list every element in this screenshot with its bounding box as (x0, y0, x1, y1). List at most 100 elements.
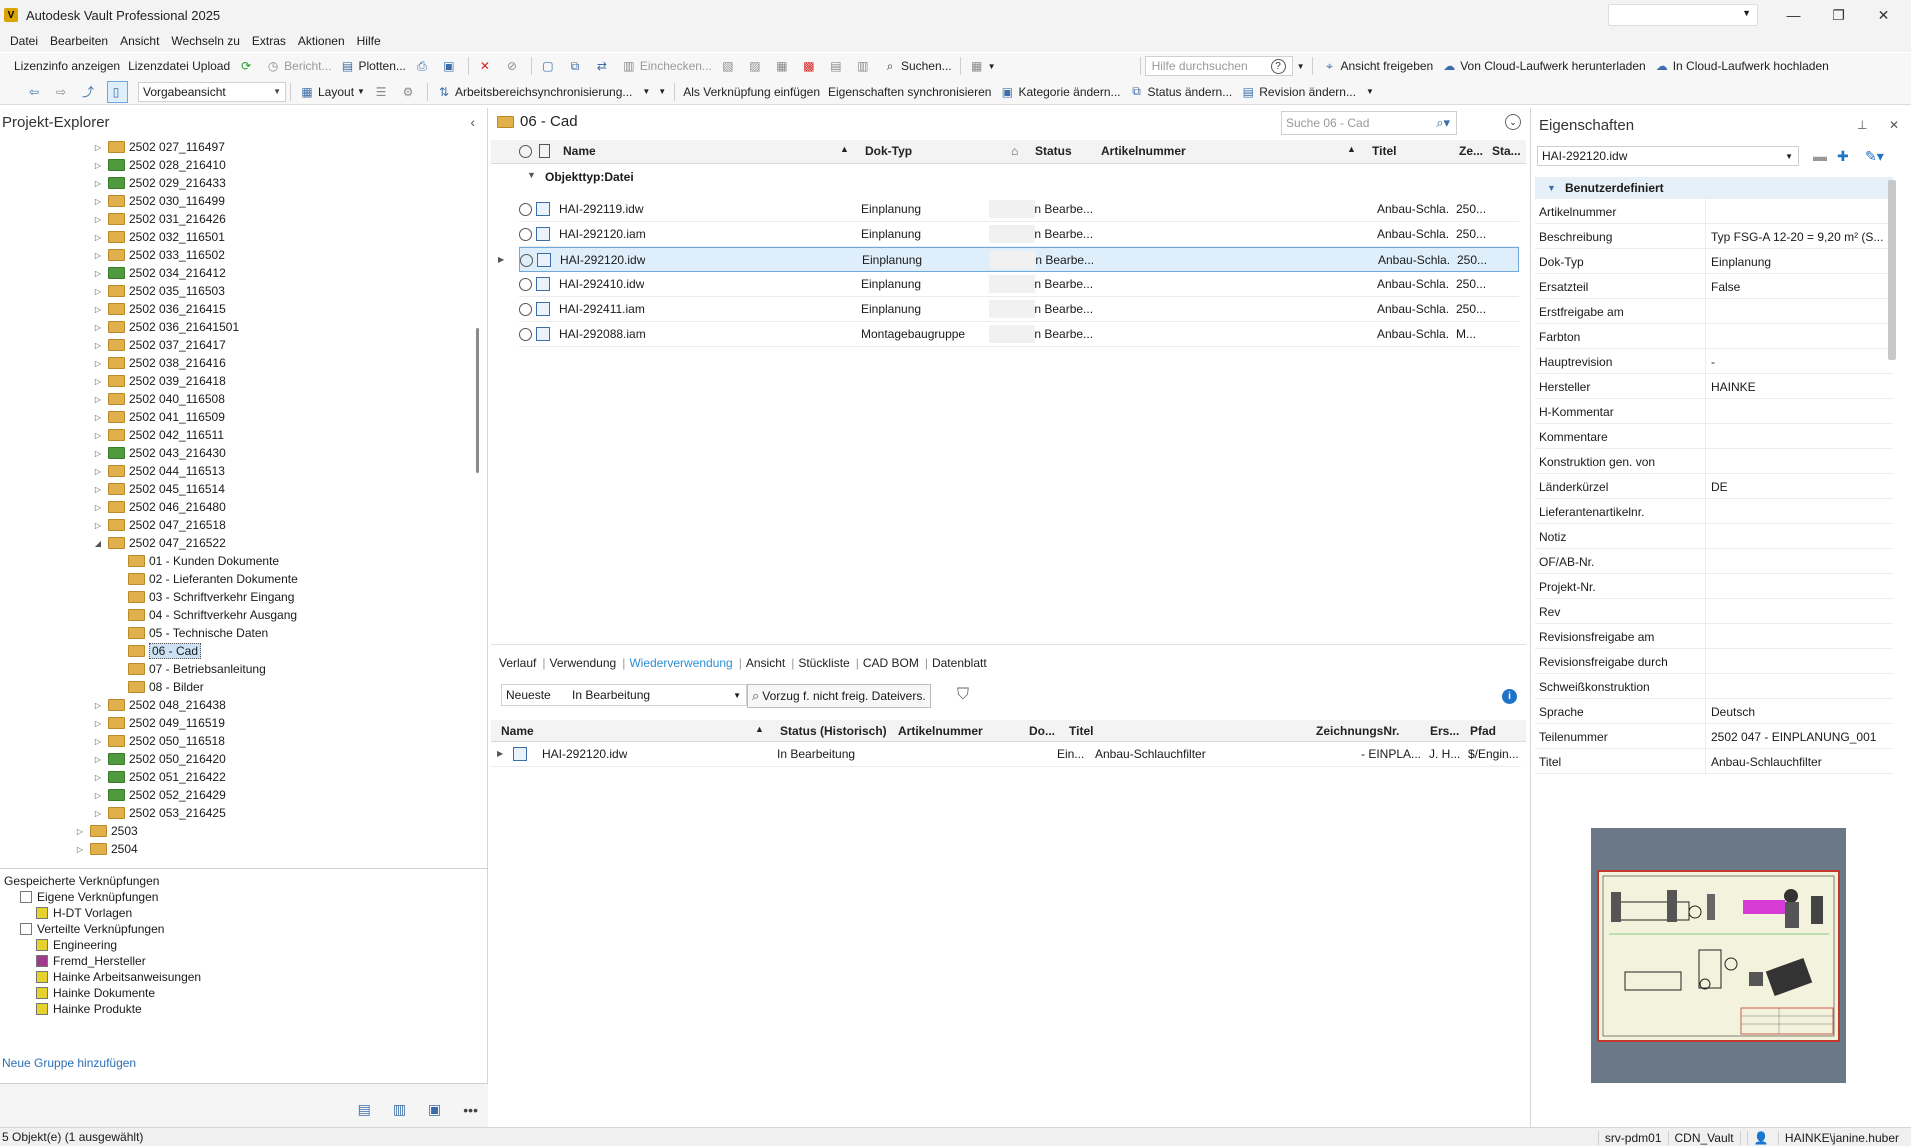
tree-folder[interactable]: ▷ 2502 047_216518 (92, 516, 226, 534)
tab-6[interactable]: Datenblatt (932, 656, 987, 670)
more-icon[interactable]: ••• (463, 1102, 478, 1118)
col-ze[interactable]: Ze... (1459, 144, 1483, 158)
group-collapse-icon[interactable]: ▼ (527, 170, 536, 180)
shortcut-group[interactable]: Hainke Arbeitsanweisungen (36, 969, 201, 985)
tree-folder[interactable]: ▷ 2502 032_116501 (92, 228, 225, 246)
menu-item-3[interactable]: Wechseln zu (171, 34, 239, 48)
chevron-right-icon[interactable]: ▷ (92, 395, 104, 404)
minus-icon[interactable]: ▬ (1813, 148, 1827, 164)
row-select-radio[interactable] (520, 254, 533, 267)
chevron-right-icon[interactable]: ▷ (92, 287, 104, 296)
tree-folder[interactable]: ▷ 2502 039_216418 (92, 372, 226, 390)
forward-button[interactable]: ⇨ (53, 81, 72, 103)
own-links-group[interactable]: Eigene Verknüpfungen (20, 889, 158, 905)
tree-folder[interactable]: ▷ 2502 053_216425 (92, 804, 226, 822)
print-button[interactable]: ⎙ (414, 55, 433, 77)
chart-view-icon[interactable]: ▥ (393, 1101, 406, 1118)
chevron-right-icon[interactable]: ▷ (92, 755, 104, 764)
property-row[interactable]: Ersatzteil False (1535, 274, 1893, 299)
back-button[interactable]: ⇦ (26, 81, 45, 103)
row-select-radio[interactable] (519, 328, 532, 341)
folder-view-icon[interactable]: ▣ (428, 1101, 441, 1118)
col-reuse-ers[interactable]: Ers... (1430, 724, 1459, 738)
shortcut-group[interactable]: Hainke Produkte (36, 1001, 142, 1017)
tree-subfolder[interactable]: 01 - Kunden Dokumente (112, 552, 279, 570)
maximize-button[interactable]: ❐ (1816, 0, 1861, 30)
property-row[interactable]: Beschreibung Typ FSG-A 12-20 = 9,20 m² (S… (1535, 224, 1893, 249)
cloud-download-button[interactable]: ☁ Von Cloud-Laufwerk herunterladen (1441, 55, 1645, 77)
info-icon[interactable]: i (1502, 689, 1517, 704)
plot-button[interactable]: ▤ Plotten... (340, 55, 406, 77)
chevron-right-icon[interactable]: ▷ (92, 701, 104, 710)
stack-button[interactable]: ▥ (855, 55, 874, 77)
chevron-right-icon[interactable]: ▷ (92, 233, 104, 242)
property-row[interactable]: Länderkürzel DE (1535, 474, 1893, 499)
property-row[interactable]: Revisionsfreigabe am (1535, 624, 1893, 649)
menu-item-5[interactable]: Aktionen (298, 34, 345, 48)
col-reuse-pfad[interactable]: Pfad (1470, 724, 1496, 738)
col-doktyp[interactable]: Dok-Typ (865, 144, 912, 158)
select-all-radio[interactable] (519, 145, 532, 158)
tree-subfolder[interactable]: 06 - Cad (112, 642, 202, 660)
tree-folder[interactable]: ▷ 2502 042_116511 (92, 426, 224, 444)
property-row[interactable]: Farbton (1535, 324, 1893, 349)
report-button[interactable]: ◷ Bericht... (265, 55, 332, 77)
property-row[interactable]: Hauptrevision - (1535, 349, 1893, 374)
tree-folder[interactable]: ▷ 2502 046_216480 (92, 498, 226, 516)
help-dropdown[interactable]: ▼ (1297, 55, 1305, 77)
tree-folder[interactable]: ▷ 2502 028_216410 (92, 156, 226, 174)
shortcut-group[interactable]: Fremd_Hersteller (36, 953, 146, 969)
share-view-button[interactable]: ⌖ Ansicht freigeben (1321, 55, 1433, 77)
property-row[interactable]: Titel Anbau-Schlauchfilter (1535, 749, 1893, 774)
chevron-right-icon[interactable]: ▷ (92, 449, 104, 458)
replace-button[interactable]: ⇄ (594, 55, 613, 77)
chevron-right-icon[interactable]: ▷ (92, 179, 104, 188)
row-select-radio[interactable] (519, 303, 532, 316)
property-row[interactable]: H-Kommentar (1535, 399, 1893, 424)
folder-search-input[interactable]: Suche 06 - Cad ⌕▾ (1281, 111, 1457, 135)
tree-folder[interactable]: ▷ 2502 043_216430 (92, 444, 226, 462)
layout-button[interactable]: ▦ Layout ▼ (299, 81, 365, 103)
menu-item-0[interactable]: Datei (10, 34, 38, 48)
file-row[interactable]: HAI-292410.idw Einplanung In Bearbe... Anba… (519, 272, 1519, 297)
title-account-combo[interactable]: ▼ (1608, 4, 1758, 26)
property-file-combo[interactable]: HAI-292120.idw ▼ (1537, 146, 1799, 166)
tree-folder[interactable]: ▷ 2502 037_216417 (92, 336, 226, 354)
sync-properties-button[interactable]: Eigenschaften synchronisieren (828, 81, 991, 103)
tree-folder[interactable]: ▷ 2502 041_116509 (92, 408, 225, 426)
property-row[interactable]: Notiz (1535, 524, 1893, 549)
change-category-button[interactable]: ▣ Kategorie ändern... (999, 81, 1121, 103)
tree-subfolder[interactable]: 03 - Schriftverkehr Eingang (112, 588, 294, 606)
shortcut-group[interactable]: Hainke Dokumente (36, 985, 155, 1001)
change-revision-button[interactable]: ▤ Revision ändern... ▼ (1240, 81, 1374, 103)
up-folder-button[interactable]: ⤴ (80, 81, 99, 103)
menu-item-6[interactable]: Hilfe (357, 34, 381, 48)
change-status-button[interactable]: ⧉ Status ändern... (1129, 81, 1232, 103)
minimize-button[interactable]: ― (1771, 0, 1816, 30)
tree-folder[interactable]: ▷ 2502 051_216422 (92, 768, 226, 786)
tab-3[interactable]: Ansicht (746, 656, 785, 670)
tree-folder[interactable]: ▷ 2502 038_216416 (92, 354, 226, 372)
collapse-pane-icon[interactable]: ‹ (470, 114, 475, 130)
tab-5[interactable]: CAD BOM (863, 656, 919, 670)
tree-subfolder[interactable]: 05 - Technische Daten (112, 624, 268, 642)
property-row[interactable]: Konstruktion gen. von (1535, 449, 1893, 474)
chevron-right-icon[interactable]: ▷ (92, 413, 104, 422)
property-group[interactable]: ▼ Benutzerdefiniert (1535, 177, 1893, 199)
chevron-down-icon[interactable]: ◢ (92, 539, 104, 548)
tree-folder[interactable]: ▷ 2504 (74, 840, 138, 858)
get-button[interactable]: ▦ (774, 55, 793, 77)
tree-folder[interactable]: ▷ 2502 030_116499 (92, 192, 225, 210)
col-titel[interactable]: Titel (1372, 144, 1396, 158)
help-question-icon[interactable]: ? (1270, 58, 1286, 74)
property-row[interactable]: Kommentare (1535, 424, 1893, 449)
file-row[interactable]: ▶ HAI-292120.idw Einplanung In Bearbe... Anb… (498, 247, 1519, 272)
chevron-right-icon[interactable]: ▷ (92, 791, 104, 800)
chevron-right-icon[interactable]: ▷ (92, 521, 104, 530)
navigation-pane-toggle[interactable]: ▯ (107, 80, 128, 103)
chevron-right-icon[interactable]: ▷ (92, 143, 104, 152)
pin-icon[interactable]: ⊥ (1857, 118, 1867, 132)
edit-properties-icon[interactable]: ✎▾ (1865, 148, 1884, 165)
tree-folder[interactable]: ▷ 2502 045_116514 (92, 480, 225, 498)
shared-links-group[interactable]: Verteilte Verknüpfungen (20, 921, 164, 937)
